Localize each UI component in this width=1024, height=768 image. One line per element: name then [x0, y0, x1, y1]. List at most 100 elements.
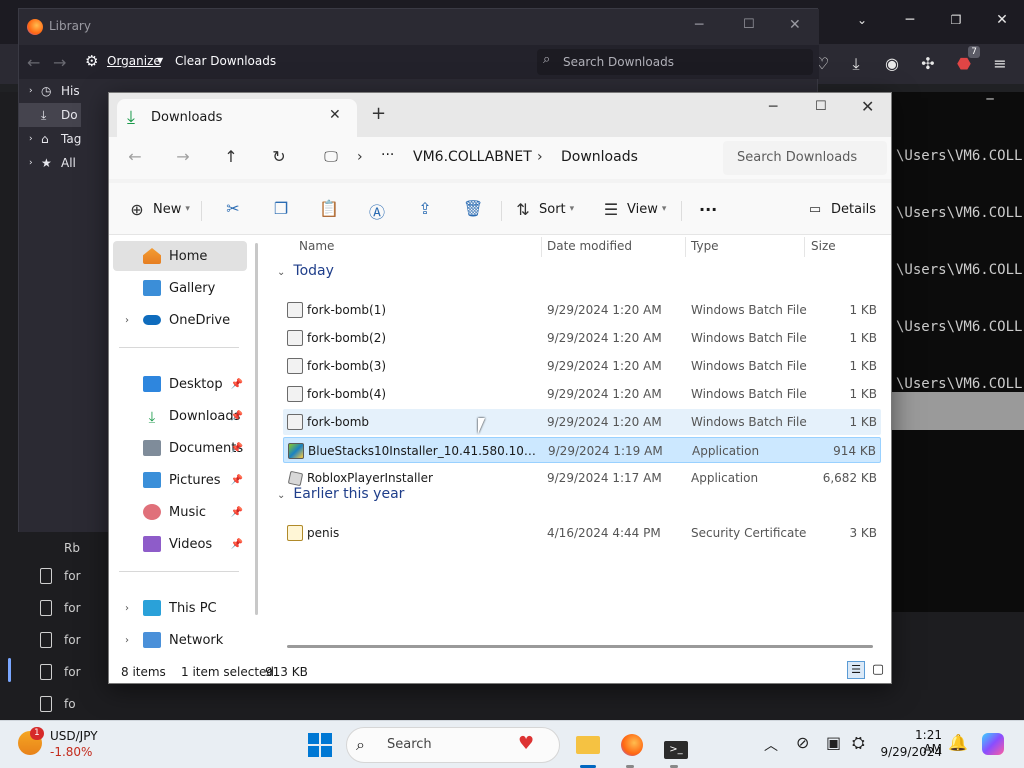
copilot-icon[interactable] [982, 733, 1004, 755]
library-minimize-icon[interactable]: ─ [695, 17, 703, 33]
breadcrumb-vm6[interactable]: VM6.COLLABNET [413, 143, 532, 171]
file-row[interactable]: fork-bomb(3) 9/29/2024 1:20 AM Windows Bat… [283, 353, 881, 379]
library-item-history[interactable]: › ◷ His [19, 79, 81, 103]
library-close-icon[interactable]: ✕ [789, 17, 801, 33]
sidebar-item-onedrive[interactable]: › OneDrive [113, 305, 247, 335]
background-file[interactable]: fo [0, 688, 110, 720]
restore-icon[interactable]: ❐ [944, 8, 968, 32]
sidebar-item-pictures[interactable]: Pictures 📌 [113, 465, 247, 495]
sidebar-item-network[interactable]: › Network [113, 625, 247, 655]
minimize-icon[interactable]: ─ [769, 99, 777, 115]
delete-icon[interactable]: 🗑 [463, 199, 483, 218]
minimize-icon[interactable]: ─ [898, 8, 922, 32]
close-icon[interactable]: ✕ [990, 8, 1014, 32]
library-item-downloads[interactable]: ⤓ Do [19, 103, 81, 127]
library-item-all-bookmarks[interactable]: › ★ All [19, 151, 81, 175]
clear-downloads-button[interactable]: Clear Downloads [175, 54, 276, 68]
clock-date[interactable]: 9/29/2024 [870, 745, 942, 759]
rename-icon[interactable]: Ⓐ [367, 199, 387, 223]
sidebar-item-gallery[interactable]: Gallery [113, 273, 247, 303]
explorer-tab-downloads[interactable]: ⤓ Downloads ✕ [117, 99, 357, 137]
account-icon[interactable]: ◉ [878, 50, 906, 78]
sidebar-item-documents[interactable]: Documents 📌 [113, 433, 247, 463]
details-view-icon[interactable]: ☰ [847, 661, 865, 679]
terminal-taskbar-icon[interactable]: >_ [660, 729, 692, 761]
horizontal-scrollbar[interactable] [287, 645, 873, 648]
extensions-icon[interactable]: ✣ [914, 50, 942, 78]
chevron-down-icon: ⌄ [277, 490, 286, 501]
column-header-date[interactable]: Date modified [547, 239, 632, 253]
column-header-name[interactable]: Name [299, 239, 334, 253]
network-disconnected-icon[interactable]: ⊘ [796, 733, 809, 752]
close-tab-icon[interactable]: ✕ [329, 107, 341, 123]
back-arrow-icon[interactable]: ← [27, 53, 40, 72]
up-arrow-icon[interactable]: ↑ [217, 143, 245, 171]
forward-arrow-icon[interactable]: → [53, 53, 66, 72]
file-type: Windows Batch File [691, 415, 807, 429]
file-row[interactable]: fork-bomb(2) 9/29/2024 1:20 AM Windows Bat… [283, 325, 881, 351]
file-explorer-taskbar-icon[interactable] [572, 729, 604, 761]
details-pane-button[interactable]: ▭ Details [805, 193, 876, 225]
column-header-size[interactable]: Size [811, 239, 836, 253]
search-input[interactable]: Search Downloads [723, 141, 887, 175]
new-tab-button[interactable]: + [371, 103, 386, 124]
file-row[interactable]: BlueStacks10Installer_10.41.580.1012_nat… [283, 437, 881, 463]
chevron-right-icon: › [537, 149, 543, 165]
onedrive-icon [143, 315, 161, 325]
paste-icon[interactable]: 📋 [319, 199, 339, 218]
refresh-icon[interactable]: ↻ [265, 143, 293, 171]
notification-bell-icon[interactable]: 🔔 [948, 733, 968, 752]
library-item-tags[interactable]: › ⌂ Tag [19, 127, 81, 151]
background-file[interactable]: for [0, 624, 110, 656]
file-row[interactable]: fork-bomb(4) 9/29/2024 1:20 AM Windows Bat… [283, 381, 881, 407]
close-icon[interactable]: ✕ [861, 97, 874, 116]
forward-arrow-icon[interactable]: → [169, 143, 197, 171]
ublock-icon[interactable]: ⬣ 7 [950, 46, 980, 78]
details-icon: ▭ [808, 201, 822, 217]
library-search-input[interactable]: Search Downloads [537, 49, 813, 75]
sort-button[interactable]: ⇅ Sort ▾ [513, 193, 574, 225]
sidebar-item-music[interactable]: Music 📌 [113, 497, 247, 527]
chevron-right-icon: › [125, 634, 129, 646]
background-file[interactable]: for [0, 592, 110, 624]
application-icon [288, 443, 304, 459]
file-row[interactable]: fork-bomb(1) 9/29/2024 1:20 AM Windows Bat… [283, 297, 881, 323]
chevron-down-icon[interactable]: ⌄ [850, 8, 874, 32]
back-arrow-icon[interactable]: ← [121, 143, 149, 171]
maximize-icon[interactable]: ☐ [815, 99, 827, 114]
firefox-taskbar-icon[interactable] [616, 729, 648, 761]
volume-icon[interactable]: ⛭ [852, 733, 865, 753]
organize-menu[interactable]: Organize [107, 54, 161, 68]
more-options-button[interactable]: ··· [699, 193, 717, 225]
background-file[interactable]: for [0, 656, 110, 688]
library-maximize-icon[interactable]: ☐ [743, 17, 755, 32]
sidebar-item-this-pc[interactable]: › This PC [113, 593, 247, 623]
cut-icon[interactable]: ✂ [223, 199, 243, 218]
sidebar-scrollbar[interactable] [255, 243, 258, 615]
column-header-type[interactable]: Type [691, 239, 719, 253]
display-icon[interactable]: ▣ [826, 733, 841, 752]
sidebar-item-desktop[interactable]: Desktop 📌 [113, 369, 247, 399]
breadcrumb-downloads[interactable]: Downloads [561, 143, 638, 171]
file-row[interactable]: penis 4/16/2024 4:44 PM Security Certifica… [283, 520, 881, 546]
sidebar-item-home[interactable]: Home [113, 241, 247, 271]
computer-icon[interactable]: 🖵 [317, 143, 345, 171]
sidebar-item-videos[interactable]: Videos 📌 [113, 529, 247, 559]
group-header-today[interactable]: ⌄ Today [277, 263, 334, 279]
copy-icon[interactable]: ❐ [271, 199, 291, 218]
tiles-view-icon[interactable]: ▢ [869, 661, 887, 679]
file-row[interactable]: fork-bomb 9/29/2024 1:20 AM Windows Batch … [283, 409, 881, 435]
breadcrumb-overflow[interactable]: ··· [381, 141, 394, 169]
chevron-up-icon[interactable]: ︿ [764, 735, 778, 755]
terminal-minimize-icon[interactable]: ─ [970, 92, 1010, 106]
download-icon[interactable]: ⤓ [842, 50, 870, 78]
view-button[interactable]: ☰ View ▾ [601, 193, 667, 225]
start-button[interactable] [308, 733, 332, 757]
new-button[interactable]: ⊕ New ▾ [127, 193, 190, 225]
share-icon[interactable]: ⇪ [415, 199, 435, 218]
file-row[interactable]: RobloxPlayerInstaller 9/29/2024 1:17 AM Ap… [283, 465, 881, 491]
sidebar-item-downloads[interactable]: ⤓ Downloads 📌 [113, 401, 247, 431]
menu-icon[interactable]: ≡ [986, 50, 1014, 78]
widget-title[interactable]: USD/JPY [50, 729, 98, 743]
background-file[interactable]: for [0, 560, 110, 592]
